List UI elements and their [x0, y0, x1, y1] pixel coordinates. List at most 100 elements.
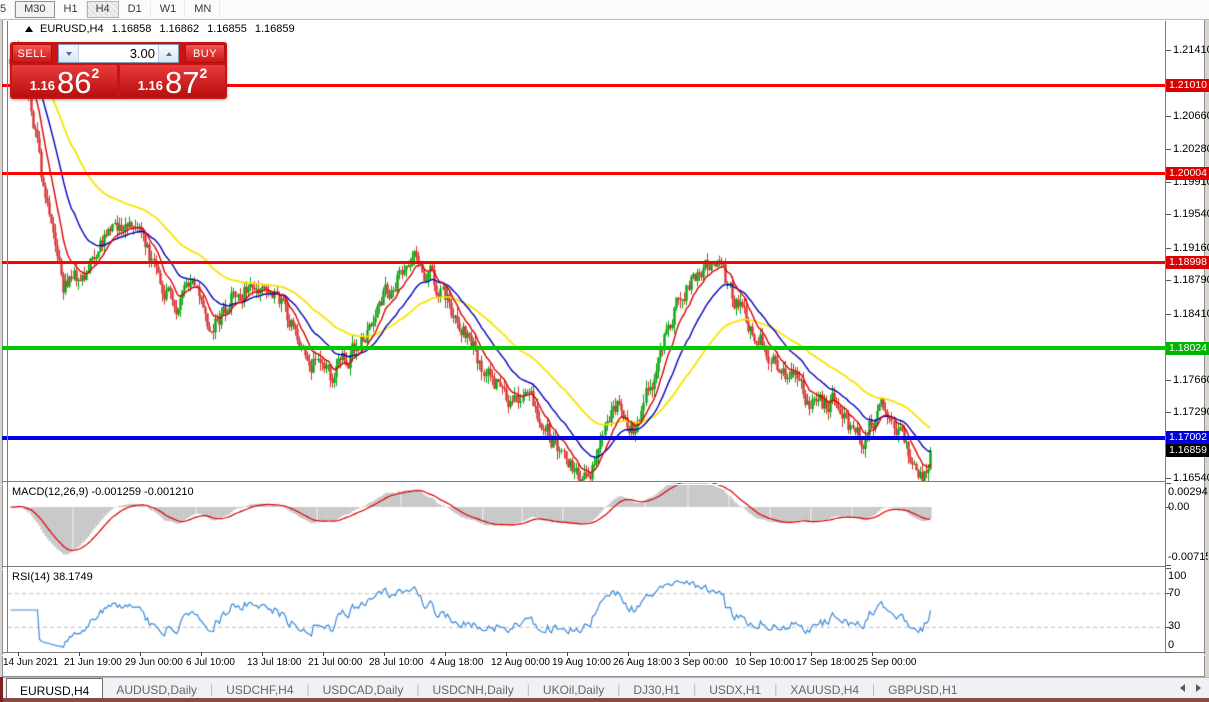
time-axis-label: 19 Aug 10:00: [552, 657, 611, 668]
time-axis-tick: [140, 652, 141, 656]
price-tick-label: 1.18410: [1173, 308, 1209, 320]
rsi-timeaxis-separator: [2, 652, 1205, 656]
time-axis-tick: [323, 652, 324, 656]
price-badge-1.18998: 1.18998: [1166, 256, 1209, 269]
time-axis-tick: [201, 652, 202, 656]
price-tick-label: 1.18790: [1173, 274, 1209, 286]
time-axis-tick: [628, 652, 629, 656]
rsi-tick: [1166, 627, 1171, 628]
rsi-axis-label: 0: [1168, 639, 1174, 651]
macd-tick: [1166, 565, 1171, 566]
price-badge-1.20004: 1.20004: [1166, 167, 1209, 180]
price-tick: [1166, 478, 1171, 479]
price-tick: [1166, 280, 1171, 281]
time-axis-tick: [262, 652, 263, 656]
volume-input[interactable]: [79, 45, 158, 62]
timeframe-buttons: 5M30H1H4D1W1MN: [0, 0, 220, 19]
macd-axis-label: 0.002947: [1168, 486, 1208, 498]
volume-increase-button[interactable]: [158, 45, 178, 62]
time-axis-label: 17 Sep 18:00: [796, 657, 856, 668]
price-tick: [1166, 248, 1171, 249]
buy-price-pipette: 2: [200, 65, 208, 81]
volume-decrease-button[interactable]: [59, 45, 79, 62]
tab-scroll-left-icon[interactable]: [1180, 684, 1185, 692]
time-axis-label: 29 Jun 00:00: [125, 657, 183, 668]
macd-axis-label: -0.007151: [1168, 551, 1208, 563]
price-badge-1.17002: 1.17002: [1166, 431, 1209, 444]
spinner-down-icon: [66, 52, 72, 56]
time-axis-tick: [689, 652, 690, 656]
time-axis-label: 6 Jul 10:00: [186, 657, 235, 668]
price-tick: [1166, 50, 1171, 51]
timeframe-button-d1[interactable]: D1: [119, 1, 151, 18]
time-axis-tick: [872, 652, 873, 656]
macd-rsi-separator[interactable]: [2, 566, 1165, 570]
price-tick-label: 1.19540: [1173, 208, 1209, 220]
mt4-window: 5M30H1H4D1W1MN EURUSD,H4 1.16858 1.16862…: [0, 0, 1209, 702]
main-macd-separator[interactable]: [2, 481, 1165, 485]
timeframe-button-5[interactable]: 5: [0, 1, 15, 18]
spinner-up-icon: [166, 52, 172, 56]
timeframe-button-h4[interactable]: H4: [87, 1, 119, 18]
macd-tick: [1166, 507, 1171, 508]
one-click-trading-panel: SELL BUY 1.16 86 2 1.16 87 2: [10, 42, 227, 99]
time-axis-label: 21 Jul 00:00: [308, 657, 363, 668]
collapse-triangle-icon[interactable]: [25, 26, 33, 32]
buy-button[interactable]: BUY: [185, 44, 225, 63]
time-axis-label: 28 Jul 10:00: [369, 657, 424, 668]
macd-axis-label: 0.00: [1168, 501, 1208, 513]
horizontal-level-line-1.18024: [2, 346, 1165, 350]
price-badge-1.21010: 1.21010: [1166, 79, 1209, 92]
price-tick-label: 1.20660: [1173, 110, 1209, 122]
time-axis-tick: [79, 652, 80, 656]
sell-price-box[interactable]: 1.16 86 2: [12, 65, 117, 97]
sell-button[interactable]: SELL: [12, 44, 52, 63]
time-axis-label: 14 Jun 2021: [3, 657, 58, 668]
time-axis-label: 12 Aug 00:00: [491, 657, 550, 668]
time-axis-label: 26 Aug 18:00: [613, 657, 672, 668]
window-bottom-edge: [0, 698, 1209, 702]
price-tick: [1166, 314, 1171, 315]
buy-price-big: 87: [165, 70, 199, 96]
price-tick: [1166, 214, 1171, 215]
rsi-label: RSI(14) 38.1749: [12, 571, 93, 583]
rsi-tick: [1166, 593, 1171, 594]
time-axis-label: 25 Sep 00:00: [857, 657, 917, 668]
sell-price-big: 86: [57, 70, 91, 96]
timeframe-button-w1[interactable]: W1: [151, 1, 186, 18]
time-axis-label: 4 Aug 18:00: [430, 657, 483, 668]
price-tick: [1166, 149, 1171, 150]
price-tick-label: 1.16540: [1173, 472, 1209, 484]
buy-price-box[interactable]: 1.16 87 2: [120, 65, 225, 97]
rsi-tick: [1166, 568, 1171, 569]
price-tick: [1166, 116, 1171, 117]
tab-scroll-right-icon[interactable]: [1196, 684, 1201, 692]
time-axis-tick: [384, 652, 385, 656]
quote-close: 1.16859: [255, 23, 295, 35]
time-axis-tick: [18, 652, 19, 656]
timeframe-button-h1[interactable]: H1: [55, 1, 87, 18]
time-axis-tick: [567, 652, 568, 656]
time-axis-tick: [506, 652, 507, 656]
sell-price-pipette: 2: [92, 65, 100, 81]
horizontal-level-line-1.18998: [2, 261, 1165, 264]
timeframe-button-m30[interactable]: M30: [15, 1, 54, 18]
timeframe-button-mn[interactable]: MN: [185, 1, 220, 18]
price-tick: [1166, 412, 1171, 413]
price-badge-1.16859: 1.16859: [1166, 444, 1209, 457]
price-tick-label: 1.19160: [1173, 242, 1209, 254]
volume-spinner: [58, 44, 179, 63]
sell-price-prefix: 1.16: [30, 78, 55, 93]
time-axis-label: 10 Sep 10:00: [735, 657, 795, 668]
plot-left-border: [7, 21, 8, 652]
time-axis-tick: [811, 652, 812, 656]
time-axis-label: 13 Jul 18:00: [247, 657, 302, 668]
rsi-axis-label: 100: [1168, 570, 1186, 582]
price-tick-label: 1.20280: [1173, 143, 1209, 155]
rsi-indicator-canvas: [8, 568, 1165, 652]
macd-label: MACD(12,26,9) -0.001259 -0.001210: [12, 486, 194, 498]
chart-symbol-label: EURUSD,H4: [40, 23, 104, 35]
horizontal-level-line-1.17002: [2, 436, 1165, 440]
price-tick-label: 1.17290: [1173, 406, 1209, 418]
chart-info-line: EURUSD,H4 1.16858 1.16862 1.16855 1.1685…: [25, 23, 303, 35]
